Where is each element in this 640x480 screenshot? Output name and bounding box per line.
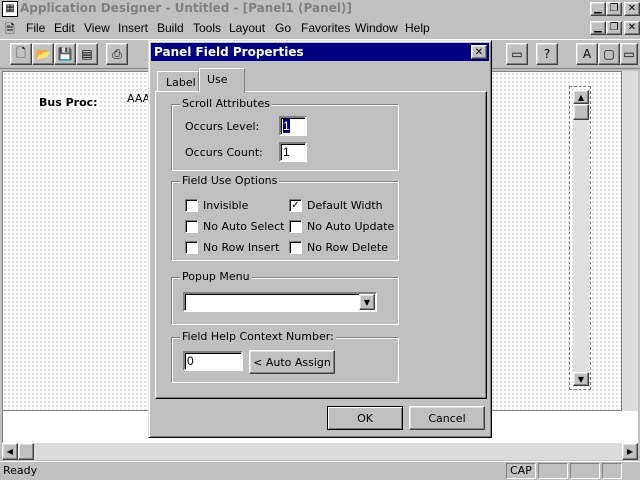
text-icon[interactable]: A <box>576 43 598 65</box>
doc-icon[interactable]: 🗎 <box>2 20 18 36</box>
help-icon[interactable]: ? <box>536 43 558 65</box>
edit-box-icon[interactable]: ▭ <box>620 43 638 65</box>
horizontal-scrollbar[interactable]: ◀ ▶ <box>2 443 638 460</box>
menu-tools[interactable]: Tools <box>193 21 221 35</box>
popup-menu-select[interactable]: ▼ <box>183 292 377 312</box>
invisible-checkbox[interactable] <box>185 199 198 212</box>
field-use-options-label: Field Use Options <box>180 174 280 187</box>
frame-icon[interactable]: ▢ <box>598 43 620 65</box>
app-title-bar: ▦ Application Designer - Untitled - [Pan… <box>0 0 640 18</box>
print-icon[interactable]: ⎙ <box>106 43 128 65</box>
no-row-delete-label[interactable]: No Row Delete <box>307 241 388 254</box>
scroll-left-arrow-icon[interactable]: ◀ <box>2 443 18 460</box>
dialog-title-bar[interactable]: Panel Field Properties ✕ <box>151 43 489 61</box>
new-icon[interactable]: 🗋 <box>10 43 32 65</box>
bus-proc-label[interactable]: Bus Proc: <box>39 96 98 109</box>
save-all-icon[interactable]: ▤ <box>76 43 98 65</box>
menu-window[interactable]: Window <box>355 21 398 35</box>
no-auto-update-checkbox[interactable] <box>289 220 302 233</box>
dropdown-arrow-icon[interactable]: ▼ <box>359 294 375 310</box>
doc-close-button[interactable]: ✕ <box>624 21 640 35</box>
menu-favorites[interactable]: Favorites <box>301 21 350 35</box>
default-width-label[interactable]: Default Width <box>307 199 383 212</box>
status-text: Ready <box>3 464 38 477</box>
tab-label-text: Label <box>166 76 196 89</box>
status-cap: CAP <box>506 463 536 479</box>
cancel-button[interactable]: Cancel <box>409 406 485 430</box>
scroll-attributes-label: Scroll Attributes <box>180 97 272 110</box>
dialog-title: Panel Field Properties <box>154 45 304 59</box>
status-pane-4 <box>602 463 622 479</box>
status-pane-2 <box>538 463 568 479</box>
canvas-scroll-control[interactable]: ▲ ▼ <box>569 86 591 390</box>
occurs-count-input[interactable]: 1 <box>279 142 307 162</box>
minimize-button[interactable]: ▁ <box>590 2 606 16</box>
status-pane-3 <box>570 463 600 479</box>
no-row-delete-checkbox[interactable] <box>289 241 302 254</box>
open-icon[interactable]: 📂 <box>32 43 54 65</box>
scroll-up-arrow-icon[interactable]: ▲ <box>573 90 589 104</box>
invisible-label[interactable]: Invisible <box>203 199 248 212</box>
menu-go[interactable]: Go <box>275 21 291 35</box>
scroll-right-arrow-icon[interactable]: ▶ <box>622 443 638 460</box>
occurs-count-label: Occurs Count: <box>185 146 263 159</box>
menu-insert[interactable]: Insert <box>118 21 148 35</box>
scroll-thumb[interactable] <box>573 104 589 120</box>
panel-field-properties-dialog: Panel Field Properties ✕ Label Use Scrol… <box>148 40 492 438</box>
main-vertical-scrollbar[interactable] <box>622 71 638 411</box>
close-button[interactable]: ✕ <box>624 2 640 16</box>
bus-proc-field[interactable]: AAA <box>127 92 150 105</box>
app-title: Application Designer - Untitled - [Panel… <box>20 1 352 15</box>
popup-menu-label: Popup Menu <box>180 270 252 283</box>
menu-edit[interactable]: Edit <box>54 21 75 35</box>
default-width-checkbox[interactable]: ✓ <box>289 199 302 212</box>
menu-help[interactable]: Help <box>405 21 430 35</box>
help-context-label: Field Help Context Number: <box>180 330 336 343</box>
ok-button[interactable]: OK <box>327 406 403 430</box>
no-auto-update-label[interactable]: No Auto Update <box>307 220 394 233</box>
tab-label[interactable]: Label <box>157 71 199 91</box>
menu-layout[interactable]: Layout <box>229 21 265 35</box>
hscroll-thumb[interactable] <box>18 443 34 460</box>
no-row-insert-label[interactable]: No Row Insert <box>203 241 279 254</box>
menu-view[interactable]: View <box>84 21 110 35</box>
doc-minimize-button[interactable]: ▁ <box>590 21 606 35</box>
tab-use[interactable]: Use <box>199 68 245 93</box>
scroll-track[interactable] <box>573 104 589 372</box>
doc-restore-button[interactable]: ❐ <box>606 21 622 35</box>
no-auto-select-checkbox[interactable] <box>185 220 198 233</box>
occurs-level-label: Occurs Level: <box>185 120 260 133</box>
tab-use-text: Use <box>207 73 228 86</box>
help-context-input[interactable]: 0 <box>183 351 243 371</box>
scroll-down-arrow-icon[interactable]: ▼ <box>573 372 589 386</box>
occurs-level-input[interactable]: 1 <box>279 116 307 136</box>
app-icon[interactable]: ▦ <box>2 1 18 17</box>
dialog-close-button[interactable]: ✕ <box>471 45 487 59</box>
save-icon[interactable]: 💾 <box>54 43 76 65</box>
field-icon[interactable]: ▭ <box>506 43 528 65</box>
menu-file[interactable]: File <box>26 21 45 35</box>
menu-build[interactable]: Build <box>157 21 184 35</box>
auto-assign-button[interactable]: < Auto Assign <box>249 350 335 374</box>
no-row-insert-checkbox[interactable] <box>185 241 198 254</box>
menu-bar: 🗎 File Edit View Insert Build Tools Layo… <box>0 19 640 37</box>
no-auto-select-label[interactable]: No Auto Select <box>203 220 284 233</box>
restore-button[interactable]: ❐ <box>606 2 622 16</box>
